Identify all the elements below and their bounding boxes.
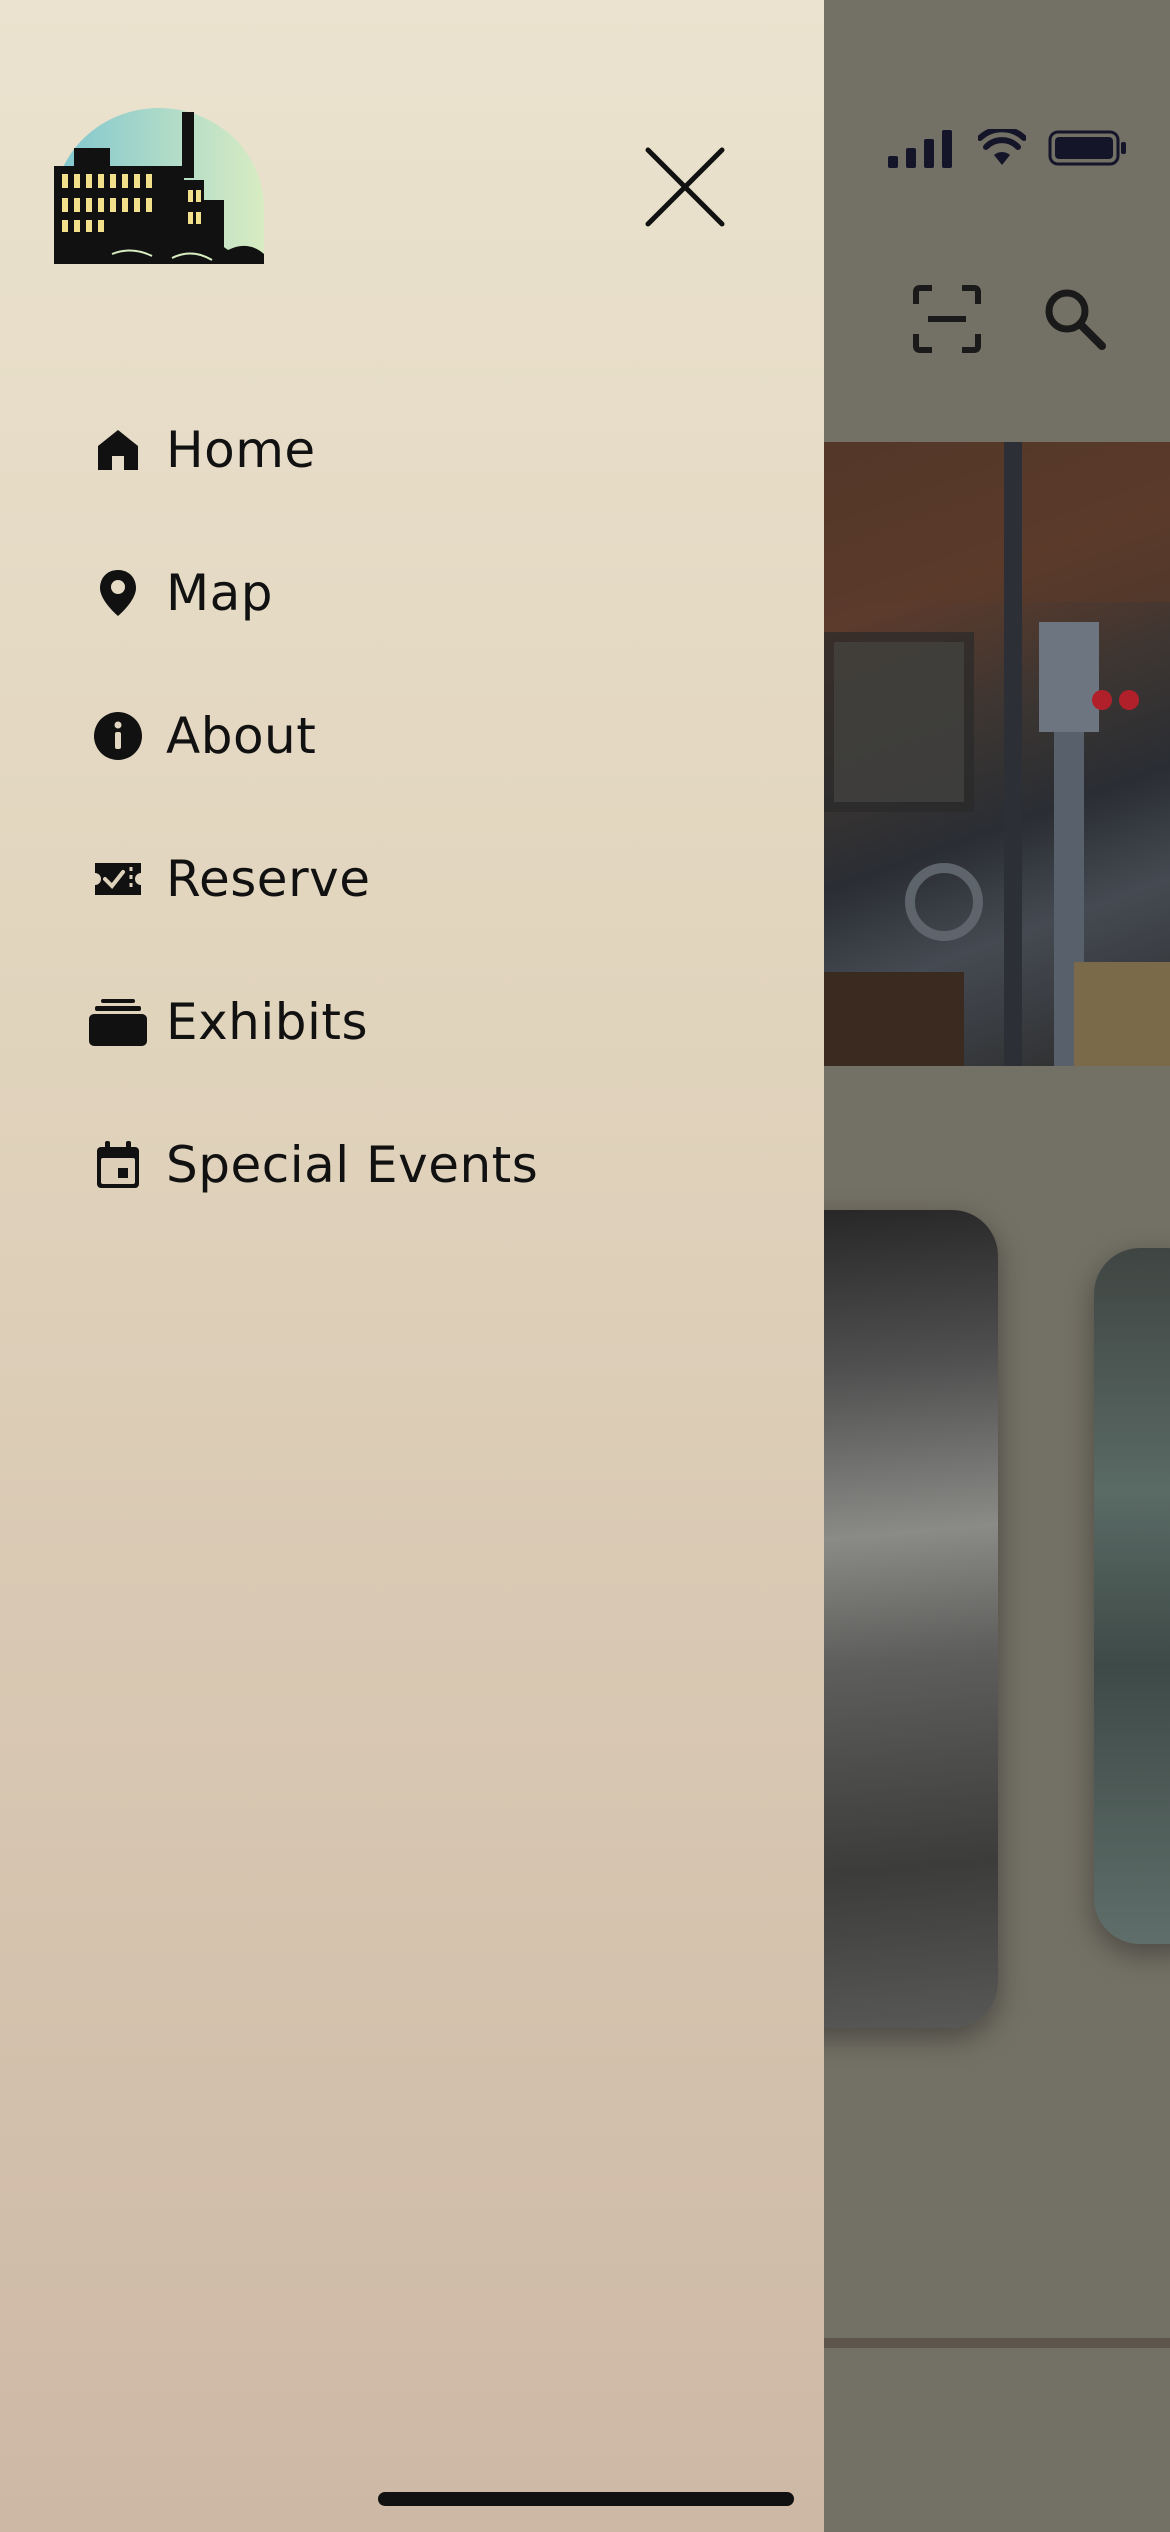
menu-item-label: Reserve [166,849,371,908]
menu-item-label: Home [166,420,316,479]
featured-image[interactable] [824,442,1170,1066]
ticket-icon [88,849,148,909]
menu-item-reserve[interactable]: Reserve [88,807,538,950]
menu-item-special-events[interactable]: Special Events [88,1093,538,1236]
home-indicator[interactable] [378,2492,794,2506]
machinery-photo [824,442,1170,1066]
menu-item-label: Map [166,563,274,622]
scan-icon[interactable] [912,284,982,354]
menu-item-home[interactable]: Home [88,378,538,521]
home-icon [88,420,148,480]
status-bar [886,128,1128,168]
menu-item-exhibits[interactable]: Exhibits [88,950,538,1093]
search-icon[interactable] [1040,284,1110,354]
battery-icon [1048,130,1126,166]
wifi-icon [978,129,1026,165]
menu-item-map[interactable]: Map [88,521,538,664]
drawer-menu: Home Map About Reserve Exhibits Special … [88,378,538,1236]
map-pin-icon [88,563,148,623]
info-icon [88,706,148,766]
divider [824,2338,1170,2348]
cellular-signal-icon [888,130,952,168]
close-icon[interactable] [640,142,730,232]
menu-item-label: Special Events [166,1135,539,1194]
museum-logo [54,108,264,264]
menu-item-label: Exhibits [166,992,369,1051]
navigation-drawer: Home Map About Reserve Exhibits Special … [0,0,824,2532]
menu-item-about[interactable]: About [88,664,538,807]
exhibit-card[interactable] [1094,1248,1170,1944]
stack-icon [88,992,148,1052]
calendar-icon [88,1135,148,1195]
menu-item-label: About [166,706,317,765]
